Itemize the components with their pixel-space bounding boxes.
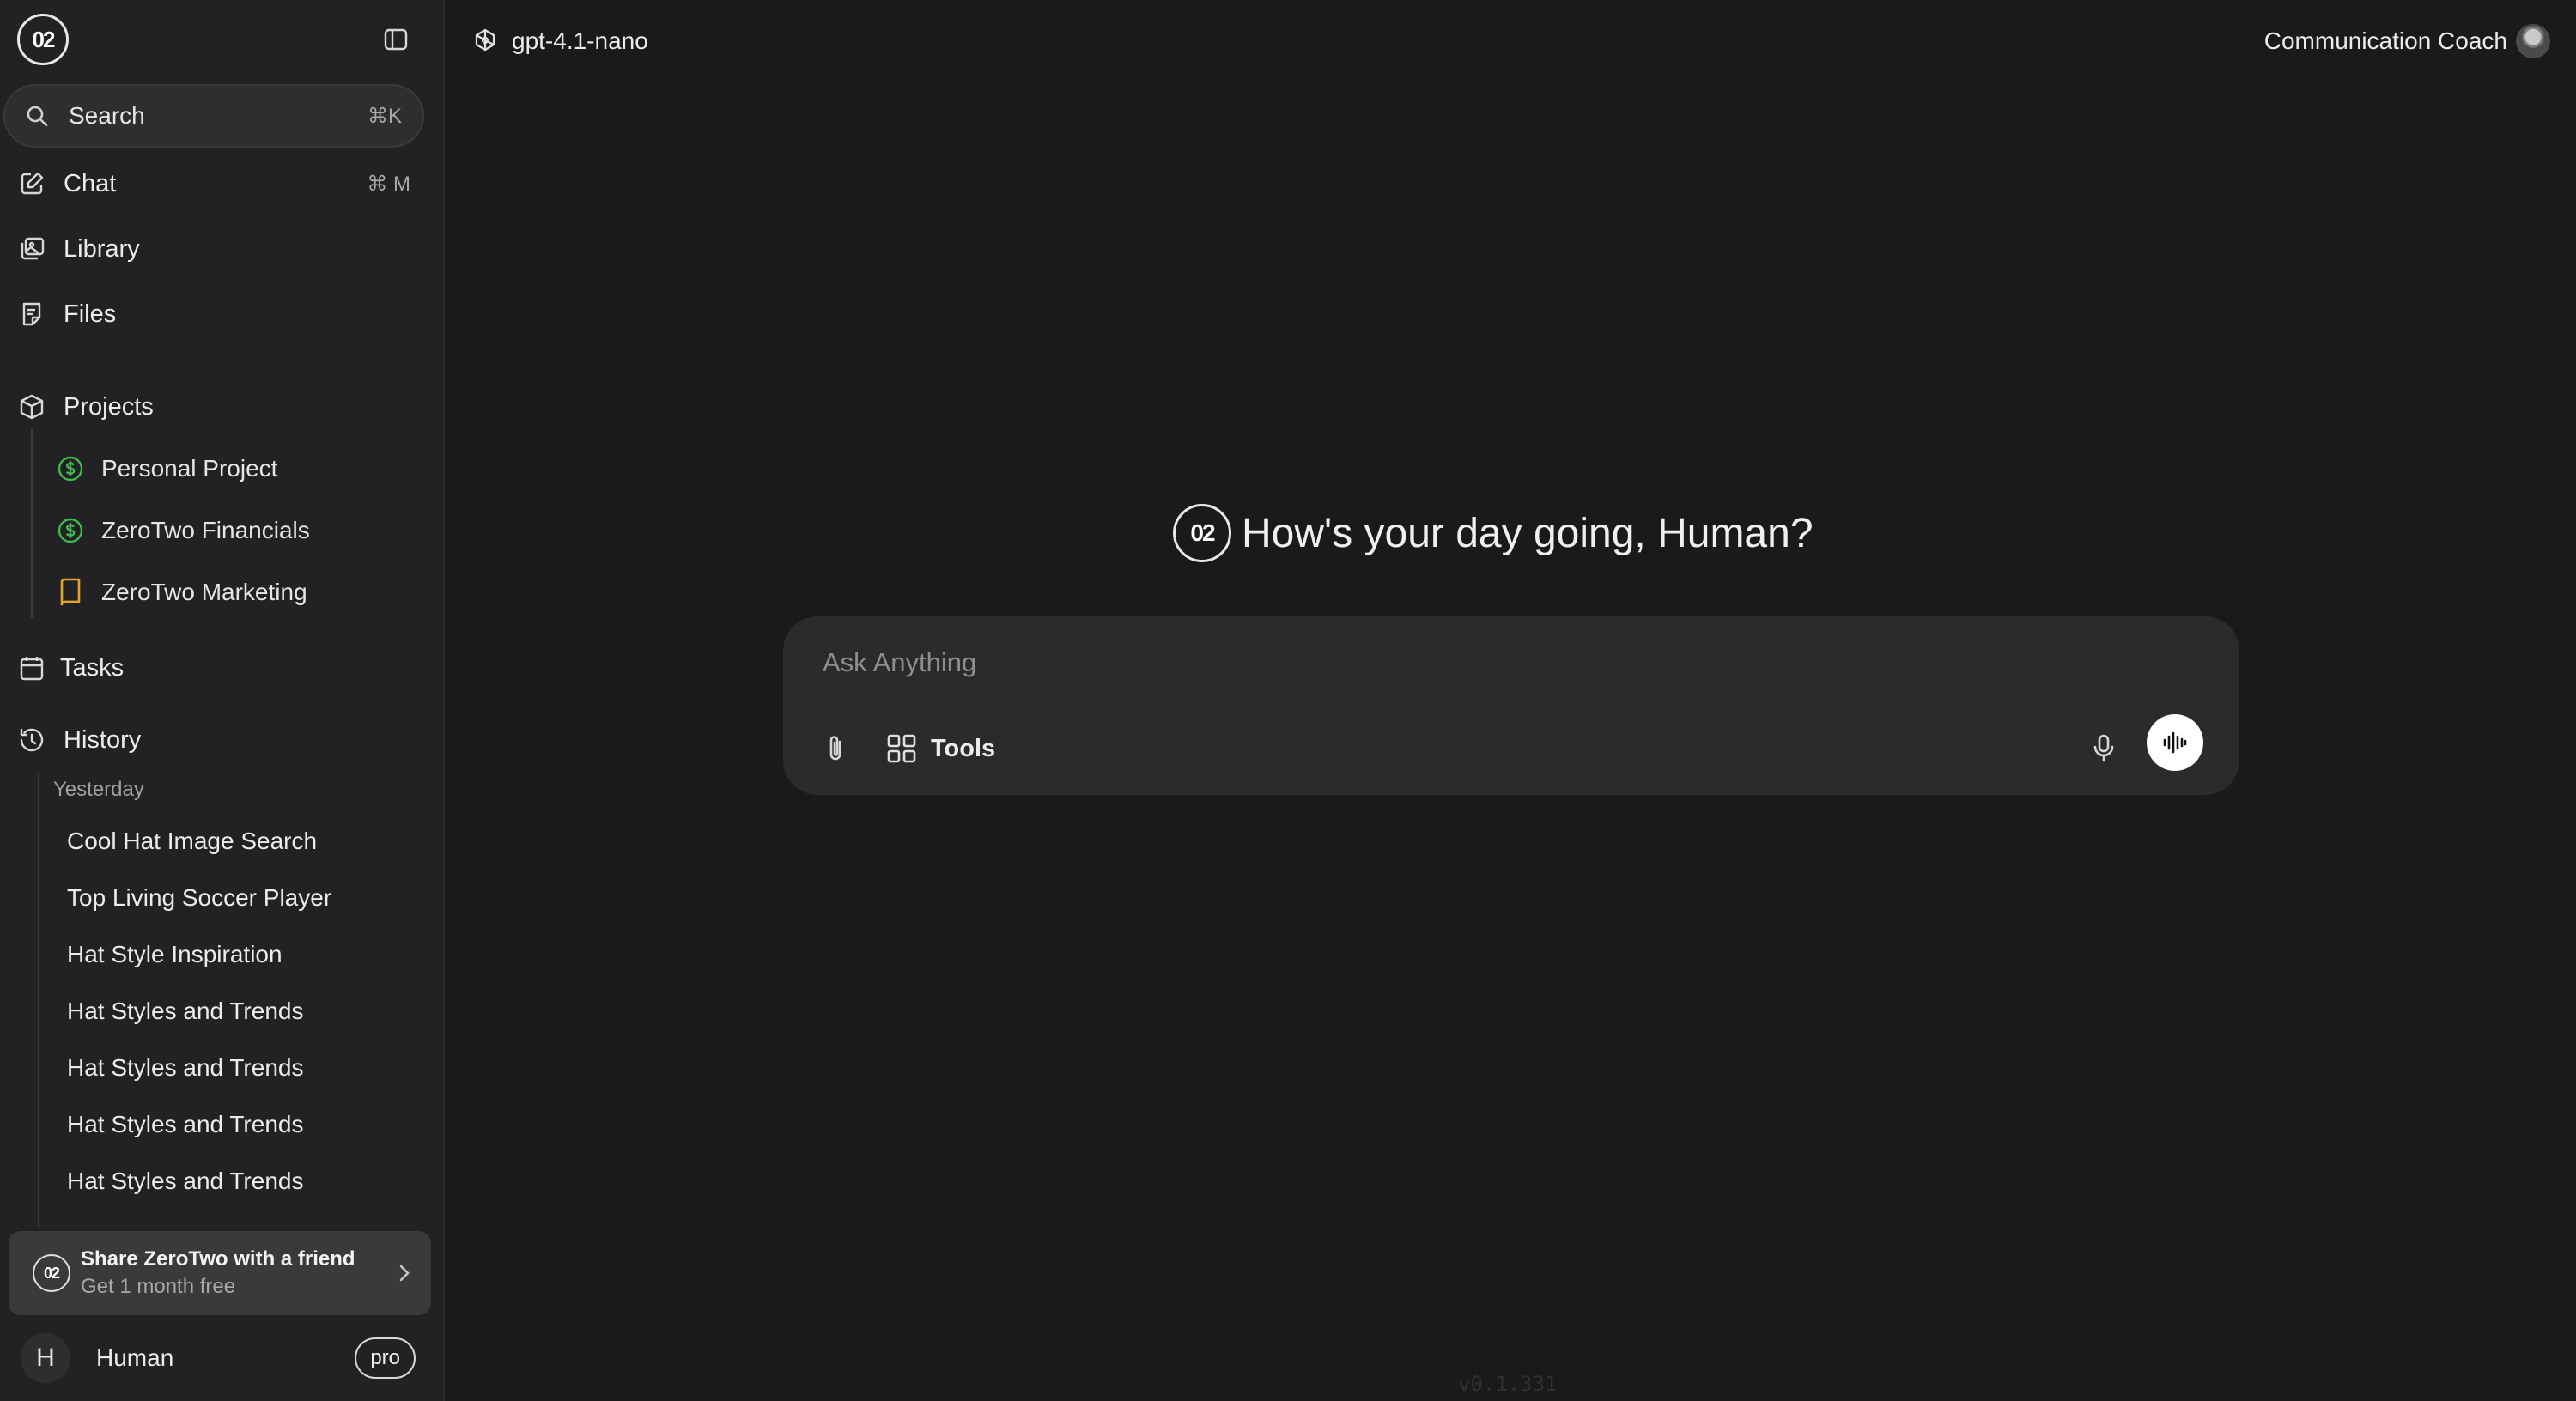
chevron-right-icon	[399, 1265, 410, 1282]
tools-label: Tools	[931, 734, 996, 762]
project-item[interactable]: ZeroTwo Marketing	[57, 567, 307, 618]
share-title: Share ZeroTwo with a friend	[81, 1247, 355, 1271]
attach-button[interactable]	[819, 728, 854, 769]
audio-waveform-icon	[2163, 731, 2187, 754]
sidebar-item-label: Tasks	[60, 653, 125, 682]
search-icon	[27, 106, 48, 127]
share-logo: 02	[33, 1254, 70, 1292]
avatar: H	[21, 1333, 70, 1383]
history-tree-line	[38, 773, 39, 1228]
sidebar-item-label: Projects	[64, 392, 154, 421]
share-referral-card[interactable]: 02 Share ZeroTwo with a friend Get 1 mon…	[9, 1231, 431, 1315]
sidebar-panel-icon	[384, 28, 408, 51]
microphone-icon	[2093, 734, 2114, 762]
plan-badge: pro	[355, 1337, 416, 1379]
chat-shortcut: ⌘ M	[367, 172, 410, 196]
projects-tree-line	[31, 428, 33, 618]
history-item[interactable]: Hat Style Inspiration	[67, 933, 283, 976]
share-subtitle: Get 1 month free	[81, 1275, 236, 1298]
project-item[interactable]: ZeroTwo Financials	[57, 505, 310, 556]
history-item[interactable]: Hat Styles and Trends	[67, 1160, 303, 1203]
sidebar-item-label: Library	[64, 234, 140, 263]
share-text: Share ZeroTwo with a friend Get 1 month …	[81, 1247, 397, 1299]
sidebar-item-files[interactable]: Files	[0, 288, 445, 340]
mic-button[interactable]	[2087, 728, 2121, 769]
user-name: Human	[96, 1344, 174, 1371]
edit-icon	[17, 169, 46, 198]
model-name: gpt-4.1-nano	[512, 27, 648, 54]
sidebar-item-label: History	[64, 725, 142, 754]
search-button[interactable]: Search ⌘K	[3, 84, 424, 148]
history-item[interactable]: Top Living Soccer Player	[67, 876, 331, 919]
voice-mode-button[interactable]	[2147, 714, 2203, 771]
history-group-label: Yesterday	[53, 778, 144, 801]
history-item[interactable]: Hat Styles and Trends	[67, 1046, 303, 1089]
sidebar-item-label: Chat	[64, 169, 117, 197]
sidebar-item-label: Files	[64, 300, 117, 328]
dollar-circle-icon	[58, 456, 83, 482]
sidebar-item-tasks[interactable]: Tasks	[0, 642, 445, 694]
user-account-row[interactable]: H Human pro	[21, 1332, 416, 1384]
project-label: ZeroTwo Marketing	[101, 579, 307, 605]
persona-name: Communication Coach	[2263, 27, 2507, 54]
sidebar-item-projects[interactable]: Projects	[0, 381, 445, 433]
box-icon	[17, 392, 46, 422]
history-icon	[17, 725, 46, 755]
project-label: ZeroTwo Financials	[101, 517, 310, 543]
openai-icon	[475, 28, 495, 52]
book-icon	[60, 578, 81, 606]
sidebar-item-library[interactable]: Library	[0, 223, 445, 275]
version-label: v0.1.331	[1458, 1372, 1558, 1396]
search-shortcut: ⌘K	[367, 104, 402, 128]
composer: Tools	[783, 616, 2239, 795]
greeting-logo: 02	[1173, 504, 1231, 562]
history-item[interactable]: Hat Styles and Trends	[67, 990, 303, 1033]
sidebar-item-history[interactable]: History	[0, 714, 445, 766]
dollar-circle-icon	[58, 518, 83, 543]
persona-avatar	[2516, 24, 2550, 58]
project-label: Personal Project	[101, 455, 278, 482]
search-label: Search	[69, 102, 145, 129]
history-item[interactable]: Cool Hat Image Search	[67, 820, 317, 863]
project-item[interactable]: Personal Project	[57, 443, 277, 494]
sidebar-item-chat[interactable]: Chat ⌘ M	[0, 158, 445, 209]
prompt-input[interactable]	[823, 642, 2025, 683]
tools-button[interactable]: Tools	[886, 728, 995, 769]
greeting-text: How's your day going, Human?	[1242, 510, 1814, 556]
persona-selector[interactable]: Communication Coach	[2264, 22, 2550, 60]
toggle-sidebar-button[interactable]	[381, 26, 410, 53]
model-selector[interactable]: gpt-4.1-nano	[471, 22, 648, 60]
greeting: 02 How's your day going, Human?	[1173, 503, 1814, 563]
app-logo[interactable]: 02	[17, 14, 69, 65]
grid-icon	[887, 734, 916, 763]
images-icon	[17, 234, 46, 264]
paperclip-icon	[829, 736, 841, 761]
calendar-icon	[17, 653, 46, 682]
file-icon	[17, 300, 46, 329]
history-item[interactable]: Hat Styles and Trends	[67, 1103, 303, 1146]
sidebar: 02 Search ⌘K Chat ⌘ M Library Files Proj…	[0, 0, 445, 1401]
